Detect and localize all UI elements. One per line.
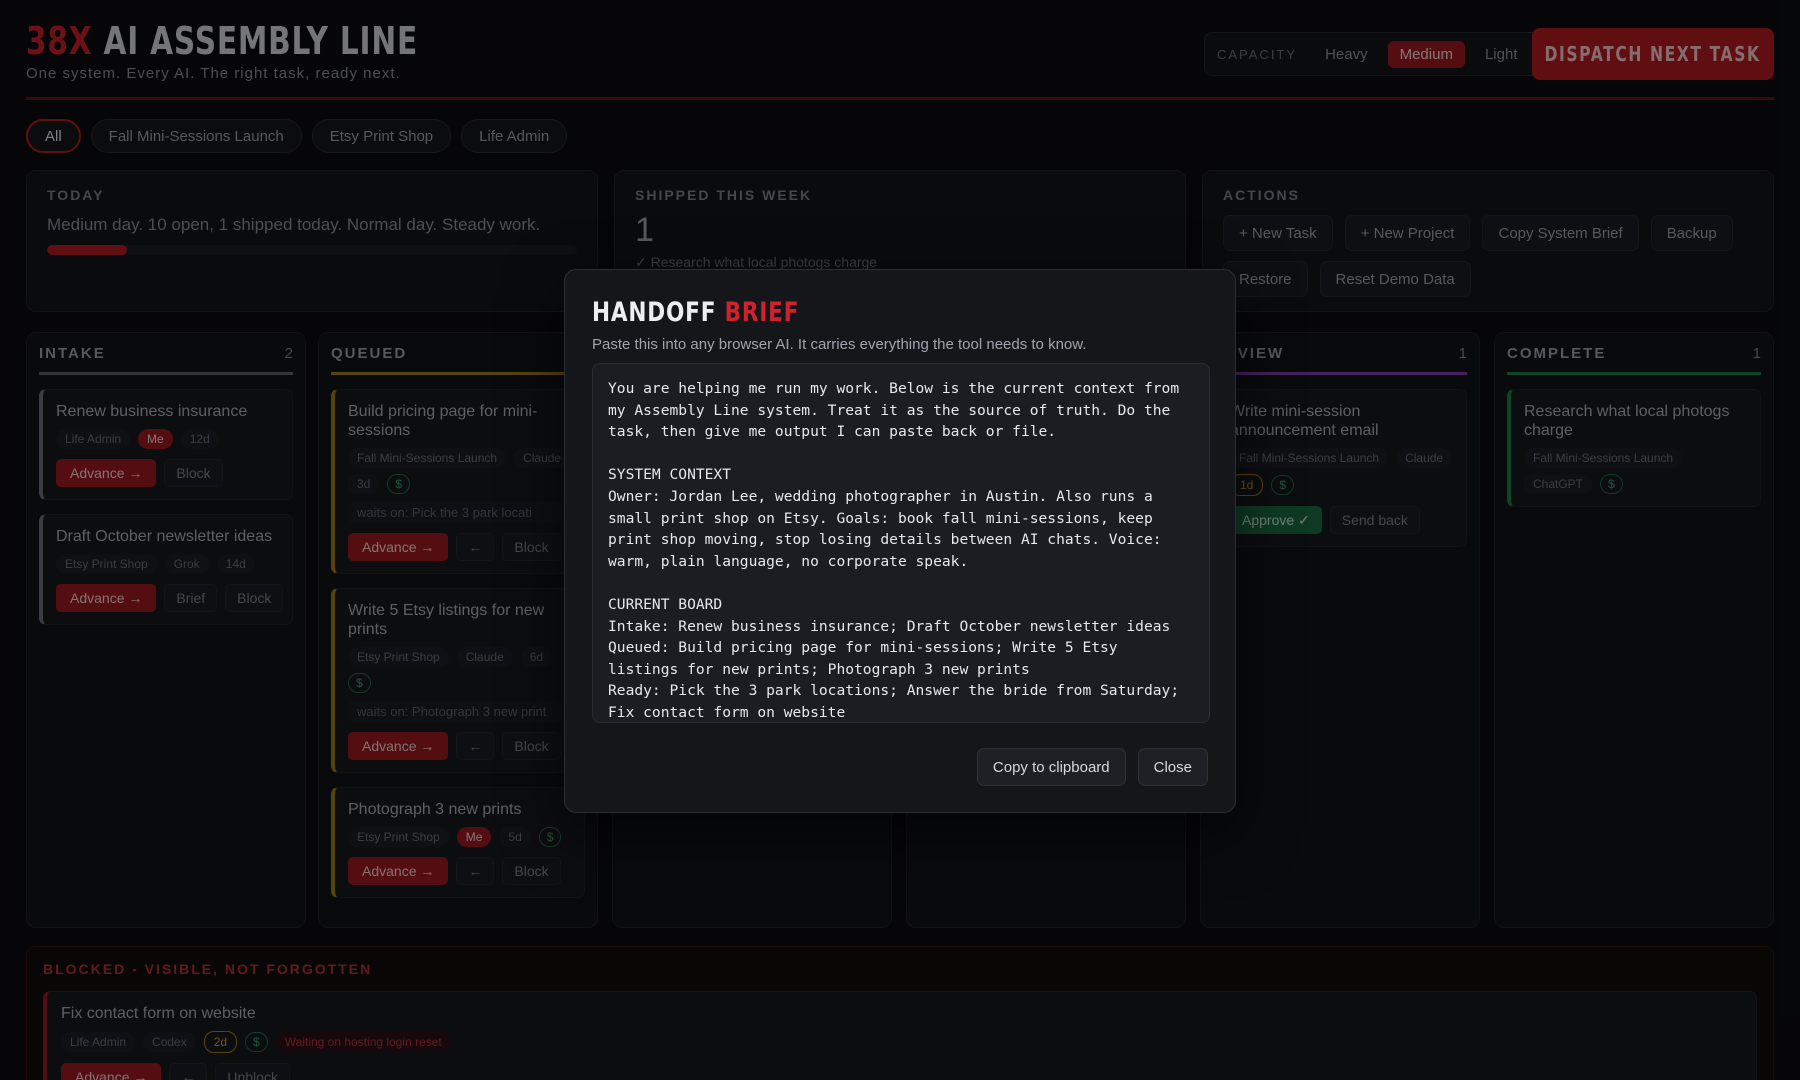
handoff-brief-modal: HANDOFF BRIEF Paste this into any browse… [564,269,1236,813]
close-button[interactable]: Close [1137,748,1208,786]
modal-title: HANDOFF BRIEF [592,297,800,328]
brief-text: You are helping me run my work. Below is… [608,380,1180,721]
brief-textarea[interactable]: You are helping me run my work. Below is… [592,363,1210,723]
modal-actions: Copy to clipboard Close [976,748,1208,786]
copy-to-clipboard-button[interactable]: Copy to clipboard [976,748,1126,786]
modal-subtitle: Paste this into any browser AI. It carri… [592,336,1087,353]
